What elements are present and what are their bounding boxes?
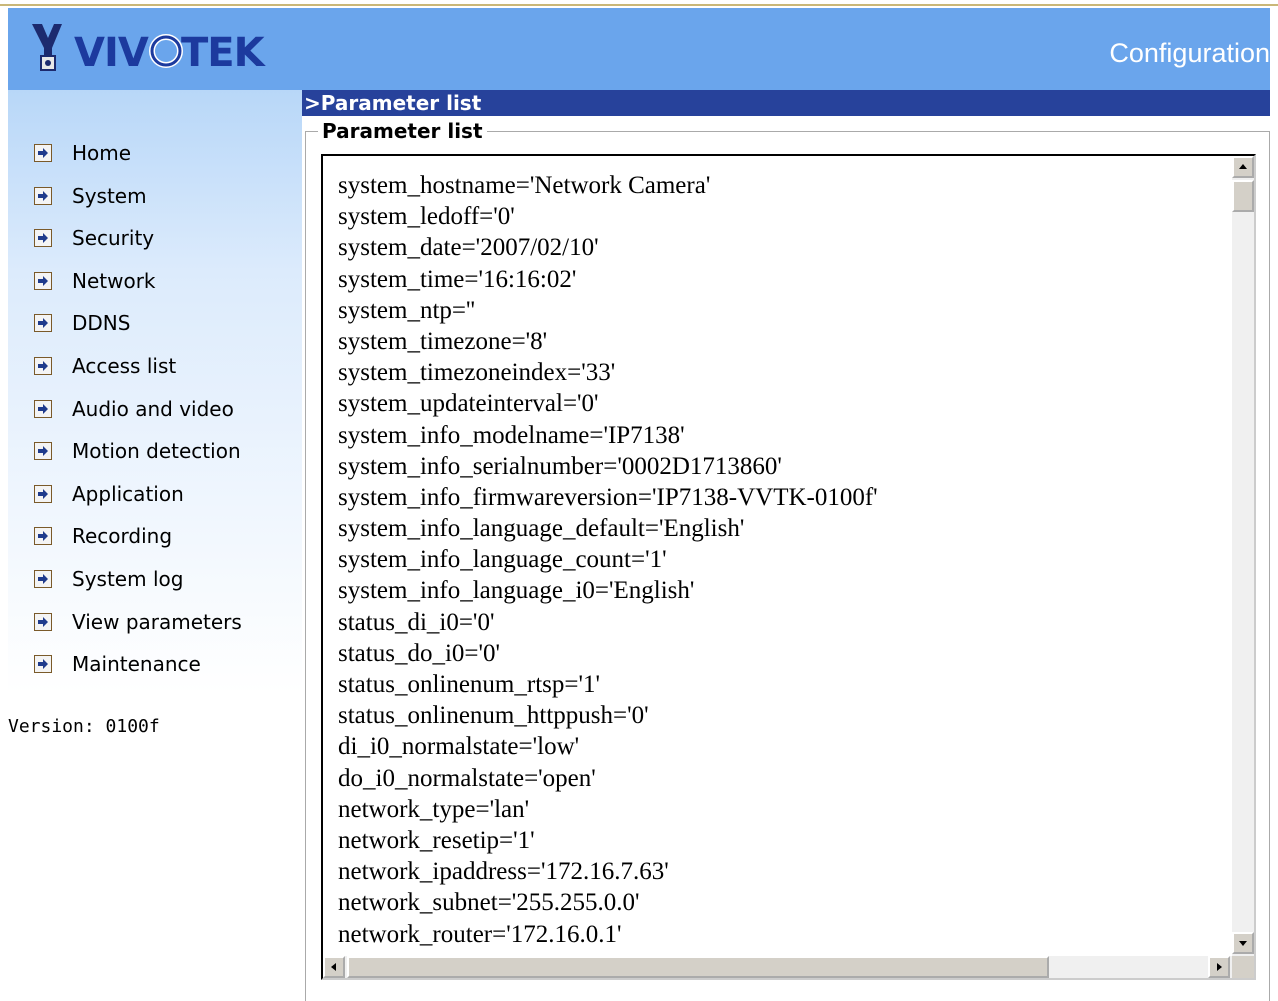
vertical-scroll-thumb[interactable]: [1232, 180, 1254, 212]
sidebar-item-label: System log: [72, 566, 184, 591]
svg-text:TEK: TEK: [181, 30, 267, 76]
parameter-line: system_hostname='Network Camera': [338, 172, 711, 199]
sidebar-item-label: Application: [72, 481, 184, 506]
parameter-line: system_ledoff='0': [338, 203, 515, 231]
sidebar-item-recording[interactable]: Recording: [8, 517, 302, 560]
parameter-line: system_timezone='8': [338, 327, 548, 355]
parameter-line: do_i0_normalstate='open': [338, 764, 596, 792]
sidebar-item-label: View parameters: [72, 609, 242, 634]
scrollbar-corner: [1232, 956, 1254, 978]
arrow-right-bullet-icon: [34, 442, 52, 461]
sidebar-item-label: Security: [72, 226, 155, 251]
parameter-line: network_router='172.16.0.1': [338, 920, 622, 948]
sidebar-item-label: DDNS: [72, 311, 131, 336]
parameter-line: system_time='16:16:02': [338, 265, 577, 293]
arrow-up-icon: [1239, 164, 1247, 169]
arrow-down-icon: [1239, 941, 1247, 946]
parameter-line: system_timezoneindex='33': [338, 359, 616, 387]
sidebar-item-label: Recording: [72, 524, 173, 549]
sidebar-item-label: Maintenance: [72, 652, 201, 677]
parameter-line: system_date='2007/02/10': [338, 234, 599, 262]
parameter-line: network_resetip='1': [338, 826, 535, 854]
sidebar-item-home[interactable]: Home: [8, 134, 302, 177]
arrow-right-bullet-icon: [34, 229, 52, 248]
parameter-line: system_ntp='': [338, 296, 475, 324]
sidebar-item-application[interactable]: Application: [8, 475, 302, 518]
header-banner: VIV TEK Configuration: [8, 8, 1270, 90]
arrow-right-bullet-icon: [34, 399, 52, 418]
parameter-line: status_di_i0='0': [338, 608, 495, 636]
parameter-line: system_info_language_count='1': [338, 546, 667, 574]
parameter-line: system_info_language_default='English': [338, 515, 745, 543]
parameter-line: system_info_firmwareversion='IP7138-VVTK…: [338, 483, 878, 511]
sidebar-item-maintenance[interactable]: Maintenance: [8, 645, 302, 688]
scroll-right-button[interactable]: [1208, 956, 1230, 978]
parameter-lines: system_hostname='Network Camera' system_l…: [338, 170, 878, 950]
parameter-line: system_info_modelname='IP7138': [338, 421, 685, 449]
firmware-version: Version: 0100f: [8, 716, 160, 737]
sidebar-item-motion-detection[interactable]: Motion detection: [8, 432, 302, 475]
parameter-line: status_do_i0='0': [338, 639, 500, 667]
parameter-line: status_onlinenum_httppush='0': [338, 702, 649, 730]
arrow-right-bullet-icon: [34, 484, 52, 503]
arrow-right-bullet-icon: [34, 356, 52, 375]
arrow-right-bullet-icon: [34, 569, 52, 588]
arrow-left-icon: [331, 963, 336, 971]
sidebar-item-label: Audio and video: [72, 396, 234, 421]
sidebar-item-label: Access list: [72, 353, 177, 378]
sidebar-item-label: System: [72, 183, 147, 208]
top-rule: [0, 0, 1278, 6]
parameter-list-textarea[interactable]: system_hostname='Network Camera' system_l…: [321, 154, 1256, 980]
scroll-left-button[interactable]: [323, 956, 345, 978]
arrow-right-bullet-icon: [34, 144, 52, 162]
parameter-line: network_subnet='255.255.0.0': [338, 889, 640, 917]
parameter-line: system_updateinterval='0': [338, 390, 599, 418]
arrow-right-bullet-icon: [34, 612, 52, 631]
page-title: Configuration: [1109, 38, 1270, 68]
parameter-line: system_info_language_i0='English': [338, 577, 695, 605]
horizontal-scroll-thumb[interactable]: [347, 956, 1049, 978]
parameter-line: network_type='lan': [338, 795, 530, 823]
arrow-right-bullet-icon: [34, 314, 52, 333]
parameter-line: network_ipaddress='172.16.7.63': [338, 858, 669, 886]
arrow-right-bullet-icon: [34, 271, 52, 290]
sidebar-item-label: Motion detection: [72, 439, 241, 464]
arrow-right-bullet-icon: [34, 186, 52, 205]
arrow-right-bullet-icon: [34, 655, 52, 674]
sidebar-item-audio-and-video[interactable]: Audio and video: [8, 390, 302, 433]
sidebar-item-security[interactable]: Security: [8, 219, 302, 262]
arrow-right-icon: [1217, 963, 1222, 971]
section-title-bar: >Parameter list: [302, 90, 1270, 116]
scroll-up-button[interactable]: [1232, 156, 1254, 178]
sidebar-nav: Home System Security Network DDNS Access…: [8, 134, 302, 688]
scroll-down-button[interactable]: [1232, 932, 1254, 954]
sidebar-item-view-parameters[interactable]: View parameters: [8, 603, 302, 646]
arrow-right-bullet-icon: [34, 527, 52, 546]
sidebar-item-system-log[interactable]: System log: [8, 560, 302, 603]
fieldset-legend: Parameter list: [318, 119, 487, 143]
sidebar-item-label: Network: [72, 268, 156, 293]
parameter-line: status_onlinenum_rtsp='1': [338, 671, 600, 698]
parameter-line: di_i0_normalstate='low': [338, 733, 580, 761]
svg-text:VIV: VIV: [74, 30, 149, 76]
sidebar-item-network[interactable]: Network: [8, 262, 302, 305]
parameter-line: system_info_serialnumber='0002D1713860': [338, 452, 782, 480]
sidebar-item-ddns[interactable]: DDNS: [8, 304, 302, 347]
vivotek-logo-icon: VIV TEK: [32, 24, 268, 76]
sidebar-item-access-list[interactable]: Access list: [8, 347, 302, 390]
sidebar: Home System Security Network DDNS Access…: [8, 90, 302, 694]
vertical-scrollbar[interactable]: [1232, 156, 1254, 956]
horizontal-scrollbar[interactable]: [323, 956, 1232, 978]
sidebar-item-label: Home: [72, 141, 132, 165]
sidebar-item-system[interactable]: System: [8, 177, 302, 220]
